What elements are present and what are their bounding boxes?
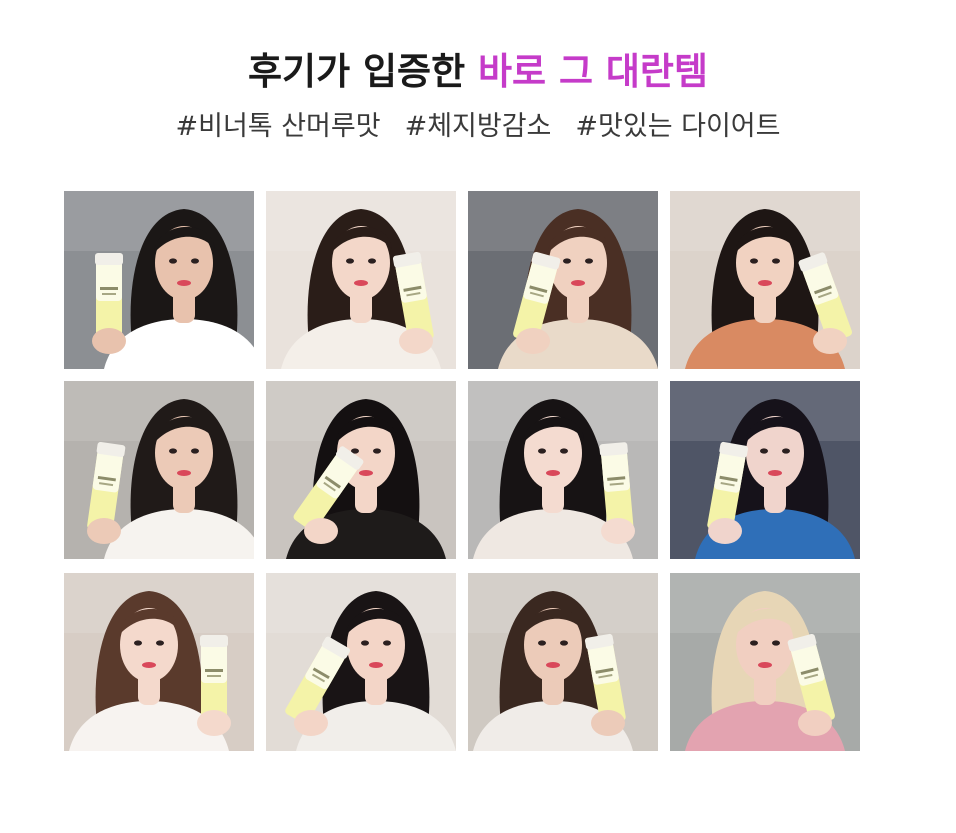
review-photo-image [64, 381, 254, 559]
review-photo-image [266, 191, 456, 369]
review-photo-image [266, 573, 456, 751]
review-photo-image [670, 381, 860, 559]
review-photo [468, 191, 658, 369]
review-photo [64, 191, 254, 369]
review-photo-image [64, 573, 254, 751]
review-photo-image [468, 573, 658, 751]
review-photo-image [468, 381, 658, 559]
review-photo-image [468, 191, 658, 369]
hashtag-diet: #맛있는 다이어트 [575, 111, 781, 142]
hashtag-flavor: #비너톡 산머루맛 [175, 111, 381, 142]
headline-highlight: 바로 그 대란템 [478, 50, 709, 93]
review-photo [64, 573, 254, 751]
review-photo [670, 573, 860, 751]
hashtag-body-fat: #체지방감소 [404, 111, 552, 142]
review-photo [266, 381, 456, 559]
review-photo-image [670, 191, 860, 369]
hashtag-row: #비너톡 산머루맛 #체지방감소 #맛있는 다이어트 [0, 108, 956, 146]
review-photo-image [670, 573, 860, 751]
review-photo-grid [64, 191, 862, 751]
headline: 후기가 입증한 바로 그 대란템 [0, 46, 956, 98]
review-photo [468, 381, 658, 559]
review-photo [670, 191, 860, 369]
review-photo [64, 381, 254, 559]
review-photo [468, 573, 658, 751]
review-photo [266, 191, 456, 369]
headline-prefix: 후기가 입증한 [247, 50, 478, 93]
review-photo-image [266, 381, 456, 559]
review-photo [670, 381, 860, 559]
review-photo [266, 573, 456, 751]
review-photo-image [64, 191, 254, 369]
